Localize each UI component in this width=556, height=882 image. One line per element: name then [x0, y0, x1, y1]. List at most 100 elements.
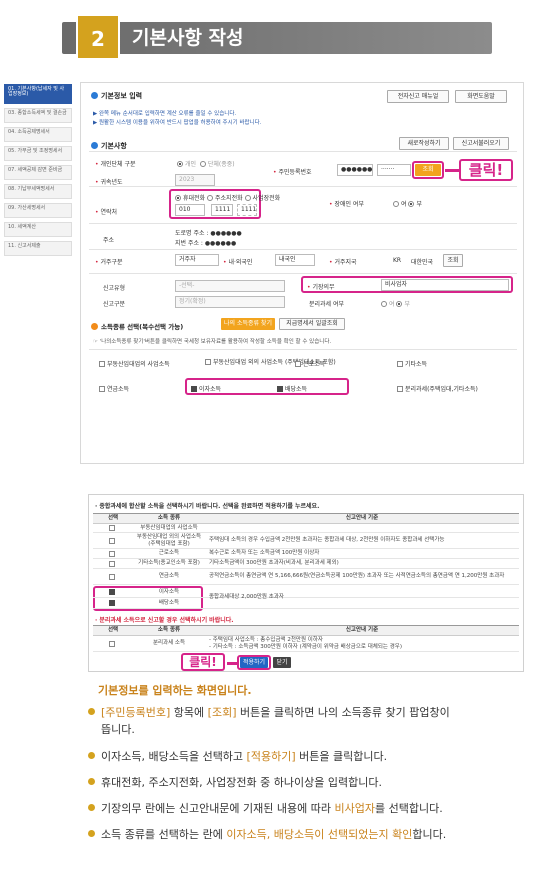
phone-prefix-select[interactable]: 010	[175, 204, 205, 216]
residence-select[interactable]: 거주자	[175, 254, 219, 266]
country-lookup-button[interactable]: 조회	[443, 254, 463, 267]
bullet-icon	[91, 92, 98, 99]
sidebar-item-penalty[interactable]: 09. 가산세명세서	[4, 203, 72, 218]
checkbox-checked[interactable]	[277, 386, 283, 392]
row-kind: 배당소득	[158, 599, 180, 606]
income-option-interest[interactable]: 이자소득	[191, 384, 221, 393]
screen-help-button[interactable]: 화면도움말	[455, 90, 507, 103]
year-label: • 귀속년도	[95, 179, 123, 186]
divider	[89, 223, 517, 224]
country-name: 대한민국	[411, 259, 434, 266]
checkbox[interactable]	[99, 386, 105, 392]
checkbox[interactable]	[295, 361, 301, 367]
lot-address: 지번 주소 : ●●●●●●	[175, 240, 237, 247]
bullet-icon	[88, 708, 95, 715]
col-guide: 신고안내 기준	[345, 627, 379, 633]
radio-individual[interactable]	[177, 161, 183, 167]
table-row: 이자소득 종합과세대상 2,000만원 초과자	[93, 587, 519, 600]
close-button[interactable]: 닫기	[273, 657, 291, 668]
radio-no[interactable]	[396, 301, 403, 307]
income-option-separate[interactable]: 분리과세(주택임대,기타소득)	[397, 384, 478, 393]
table-row: 부동산임대업의 사업소득	[93, 524, 519, 533]
checkbox[interactable]	[99, 361, 105, 367]
checkbox[interactable]	[109, 537, 115, 544]
checkbox[interactable]	[109, 573, 115, 580]
find-income-button[interactable]: 나의 소득종류 찾기	[221, 318, 275, 330]
income-option-other[interactable]: 기타소득	[397, 359, 427, 368]
load-report-button[interactable]: 신고서불러오기	[453, 137, 509, 150]
report-type-label: 신고유형	[103, 285, 126, 292]
radio-group[interactable]	[199, 161, 206, 167]
bookkeeping-select[interactable]: 비사업자	[381, 279, 509, 291]
radio-business[interactable]	[244, 195, 251, 201]
checkbox[interactable]	[109, 640, 115, 647]
checkbox-checked[interactable]	[191, 386, 197, 392]
sidebar-item-prepaid[interactable]: 08. 기납부세액명세서	[4, 184, 72, 199]
row-kind: 부동산임대업의 사업소득	[140, 524, 198, 531]
description-bullet-2: 이자소득, 배당소득을 선택하고 [적용하기] 버튼을 클릭합니다.	[88, 748, 387, 765]
bullet-icon	[88, 752, 95, 759]
taxpayer-type-label: • 개인단체 구분	[95, 161, 136, 168]
bullet-icon	[91, 323, 98, 330]
divider	[89, 186, 517, 187]
row-kind: 이자소득	[158, 588, 180, 595]
payment-statement-button[interactable]: 지급명세서 일괄조회	[279, 318, 345, 330]
taxpayer-type-radios[interactable]: 개인 단체(종중)	[177, 159, 235, 168]
radio-yes[interactable]	[393, 201, 399, 207]
report-type-select[interactable]: -선택-	[175, 280, 285, 292]
checkbox-checked[interactable]	[109, 600, 115, 606]
year-select[interactable]: 2023	[175, 174, 215, 186]
radio-yes[interactable]	[381, 301, 387, 307]
country-code: KR	[393, 257, 402, 264]
apply-button[interactable]: 적용하기	[240, 657, 268, 668]
section-basic-input: 기본정보 입력	[91, 91, 142, 101]
income-option-labor[interactable]: 근로소득	[295, 359, 325, 368]
popup-table-header: 선택 소득 종류 신고안내 기준	[93, 513, 519, 524]
radio-no[interactable]	[408, 201, 415, 207]
phone-middle-input[interactable]: 1111	[211, 204, 233, 216]
col-kind: 소득 종류	[157, 515, 181, 521]
sidebar-item-calc[interactable]: 10. 세액계산	[4, 222, 72, 237]
bullet-icon	[88, 804, 95, 811]
foreign-select[interactable]: 내국인	[275, 254, 315, 266]
manual-button[interactable]: 전자신고 매뉴얼	[387, 90, 449, 103]
checkbox[interactable]	[109, 560, 115, 567]
checkbox[interactable]	[397, 361, 403, 367]
address-label: 주소	[103, 237, 115, 244]
popup-table-header: 선택 소득 종류 신고안내 기준	[93, 625, 519, 636]
arrow-icon	[445, 169, 459, 172]
table-row: 연금소득 공적연금소득이 총연금액 연 5,166,666원(연금소득공제 10…	[93, 569, 519, 585]
radio-home[interactable]	[207, 195, 214, 201]
sidebar-item-tax-credit[interactable]: 07. 세액공제 감면 준비금	[4, 165, 72, 180]
contact-radios[interactable]: 휴대전화 주소지전화 사업장전화	[175, 193, 280, 202]
row-guide: 주택임대 소득의 경우 수입금액 2천만원 초과자는 종합과세 대상, 2천만원…	[209, 537, 445, 543]
checkbox[interactable]	[397, 386, 403, 392]
sidebar-item-basic[interactable]: 01. 기본사항(납세자 및 사업장정보)	[4, 84, 72, 104]
checkbox[interactable]	[109, 550, 115, 557]
resident-no-back[interactable]: ·······	[377, 164, 411, 176]
sidebar-item-donation[interactable]: 05. 가부금 및 조정명세서	[4, 146, 72, 161]
bullet-icon	[88, 830, 95, 837]
phone-last-input[interactable]: 1111	[237, 204, 257, 216]
separate-radios[interactable]: 여 부	[381, 299, 410, 308]
row-kind: 분리과세 소득	[152, 640, 186, 646]
radio-mobile[interactable]	[175, 195, 181, 201]
new-write-button[interactable]: 새로작성하기	[399, 137, 449, 150]
checkbox[interactable]	[109, 525, 115, 531]
income-option-dividend[interactable]: 배당소득	[277, 384, 307, 393]
sidebar-item-deduction[interactable]: 04. 소득공제명세서	[4, 127, 72, 142]
sidebar-item-submit[interactable]: 11. 신고서제출	[4, 241, 72, 256]
road-address: 도로명 주소 : ●●●●●●	[175, 230, 242, 237]
banner-title: 기본사항 작성	[132, 27, 244, 49]
checkbox-checked[interactable]	[109, 589, 115, 595]
table-row: 기타소득(종교인소득 포함) 기타소득금액이 300만원 초과자(비과세, 분리…	[93, 559, 519, 569]
disabled-radios[interactable]: 여 부	[393, 199, 422, 208]
income-option-pension[interactable]: 연금소득	[99, 384, 129, 393]
income-option-rental[interactable]: 부동산임대업의 사업소득	[99, 359, 170, 368]
resident-no-front[interactable]: ●●●●●●	[337, 164, 373, 176]
description-title: 기본정보를 입력하는 화면입니다.	[98, 684, 252, 697]
sidebar-item-income-tax[interactable]: 03. 종합소득세액 및 결손금	[4, 108, 72, 123]
banner-bar	[62, 22, 492, 54]
report-kind-select[interactable]: 정기(확정)	[175, 296, 285, 308]
checkbox[interactable]	[205, 359, 211, 365]
